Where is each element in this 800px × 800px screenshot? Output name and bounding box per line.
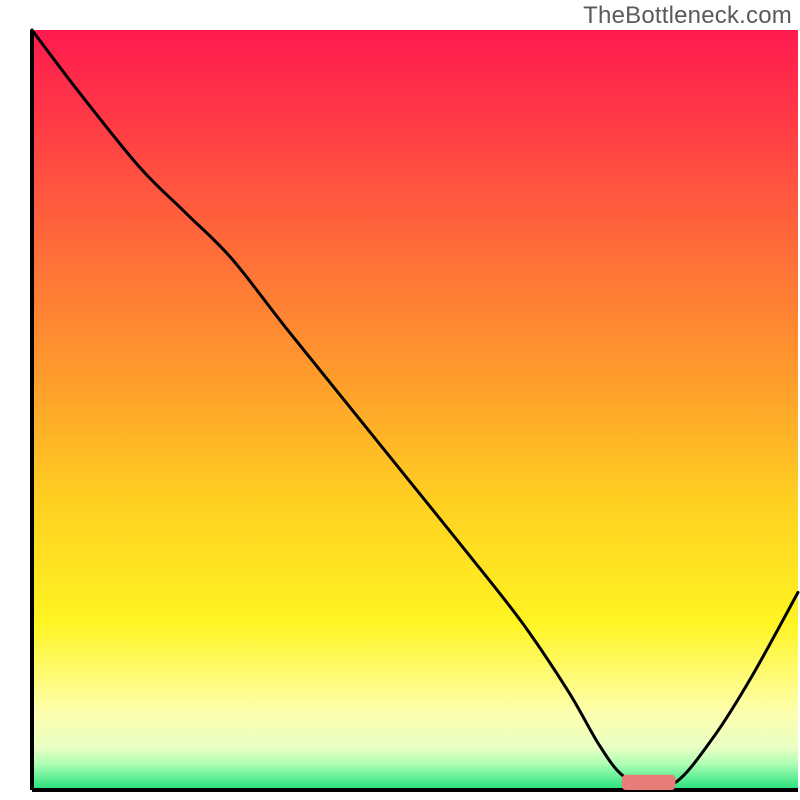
optimal-marker: [622, 775, 676, 790]
bottleneck-chart: [0, 0, 800, 800]
chart-background-gradient: [32, 30, 798, 790]
chart-container: TheBottleneck.com: [0, 0, 800, 800]
watermark-text: TheBottleneck.com: [583, 2, 792, 30]
